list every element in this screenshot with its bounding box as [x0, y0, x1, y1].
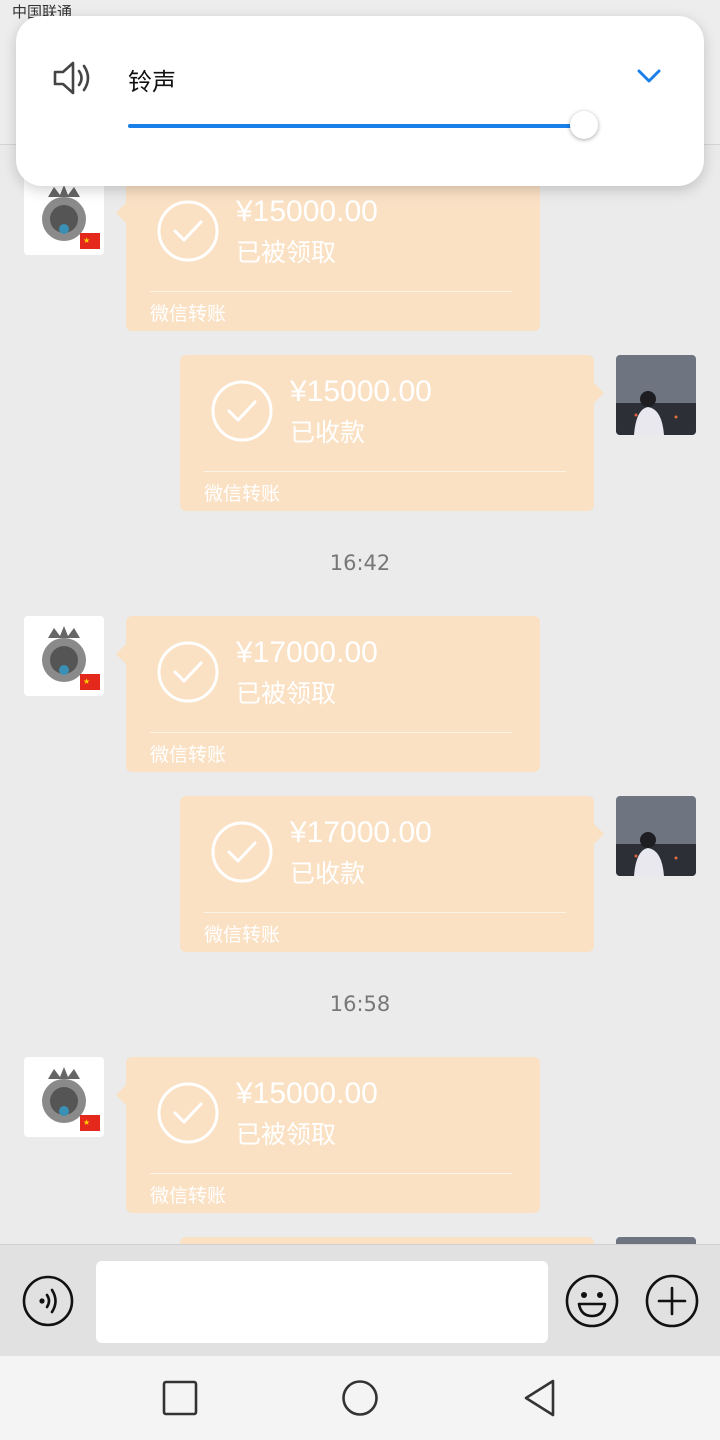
transfer-status: 已被领取: [236, 1120, 337, 1149]
bubble-divider: [204, 471, 566, 472]
lion-avatar-icon: ★: [24, 616, 104, 696]
transfer-amount: ¥15000.00: [290, 375, 432, 408]
svg-text:★: ★: [83, 677, 90, 686]
transfer-source: 微信转账: [204, 924, 281, 946]
check-circle-icon: [211, 380, 273, 442]
transfer-status: 已被领取: [236, 679, 337, 708]
volume-label: 铃声: [128, 68, 176, 96]
photo-avatar-icon: [616, 796, 696, 876]
check-circle-icon: [157, 200, 219, 262]
avatar-self[interactable]: [616, 796, 696, 876]
check-circle-icon: [157, 641, 219, 703]
transfer-amount: ¥17000.00: [236, 636, 378, 669]
transfer-bubble[interactable]: ¥15000.00 已被领取 微信转账: [116, 1057, 540, 1213]
transfer-source: 微信转账: [150, 303, 227, 325]
bubble-divider: [150, 1173, 512, 1174]
svg-text:★: ★: [83, 236, 90, 245]
avatar-contact[interactable]: ★: [24, 616, 104, 696]
transfer-status: 已收款: [290, 859, 366, 888]
check-circle-icon: [211, 821, 273, 883]
lion-avatar-icon: ★: [24, 175, 104, 255]
avatar-contact[interactable]: ★: [24, 1057, 104, 1137]
volume-slider[interactable]: [128, 111, 598, 139]
timestamp: 16:58: [329, 992, 391, 1016]
volume-panel: 铃声: [16, 16, 704, 186]
transfer-status: 已收款: [290, 418, 366, 447]
avatar-self[interactable]: [616, 355, 696, 435]
transfer-source: 微信转账: [150, 744, 227, 766]
volume-slider-fill: [128, 124, 584, 128]
message-input[interactable]: [96, 1261, 548, 1343]
svg-text:★: ★: [83, 1118, 90, 1127]
chat-area[interactable]: ★ ¥15000.00 已被领取 微信转账 ¥15000.00 已收款 微信转账: [0, 145, 720, 1244]
back-icon[interactable]: [522, 1378, 558, 1418]
speaker-icon[interactable]: [52, 58, 96, 98]
check-circle-icon: [157, 1082, 219, 1144]
transfer-amount: ¥15000.00: [236, 1077, 378, 1110]
voice-icon[interactable]: [22, 1275, 74, 1327]
transfer-bubble[interactable]: ¥15000.00 已收款 微信转账: [180, 355, 604, 511]
emoji-icon[interactable]: [565, 1274, 619, 1328]
photo-avatar-icon: [616, 355, 696, 435]
transfer-source: 微信转账: [150, 1185, 227, 1207]
transfer-source: 微信转账: [204, 483, 281, 505]
avatar-self-partial[interactable]: [616, 1237, 696, 1244]
home-icon[interactable]: [341, 1379, 379, 1417]
bubble-divider: [150, 291, 512, 292]
volume-slider-thumb[interactable]: [569, 111, 598, 139]
avatar-contact[interactable]: ★: [24, 175, 104, 255]
input-toolbar: [0, 1244, 720, 1357]
plus-icon[interactable]: [645, 1274, 699, 1328]
transfer-amount: ¥17000.00: [290, 816, 432, 849]
lion-avatar-icon: ★: [24, 1057, 104, 1137]
transfer-status: 已被领取: [236, 238, 337, 267]
recents-icon[interactable]: [162, 1380, 198, 1416]
transfer-bubble[interactable]: ¥17000.00 已被领取 微信转账: [116, 616, 540, 772]
bubble-divider: [204, 912, 566, 913]
system-nav-bar: [0, 1356, 720, 1440]
transfer-bubble[interactable]: ¥17000.00 已收款 微信转账: [180, 796, 604, 952]
transfer-bubble[interactable]: ¥15000.00 已被领取 微信转账: [116, 175, 540, 331]
transfer-bubble-partial[interactable]: [180, 1237, 594, 1244]
timestamp: 16:42: [329, 551, 391, 575]
transfer-amount: ¥15000.00: [236, 195, 378, 228]
chevron-down-icon[interactable]: [636, 66, 662, 86]
bubble-divider: [150, 732, 512, 733]
